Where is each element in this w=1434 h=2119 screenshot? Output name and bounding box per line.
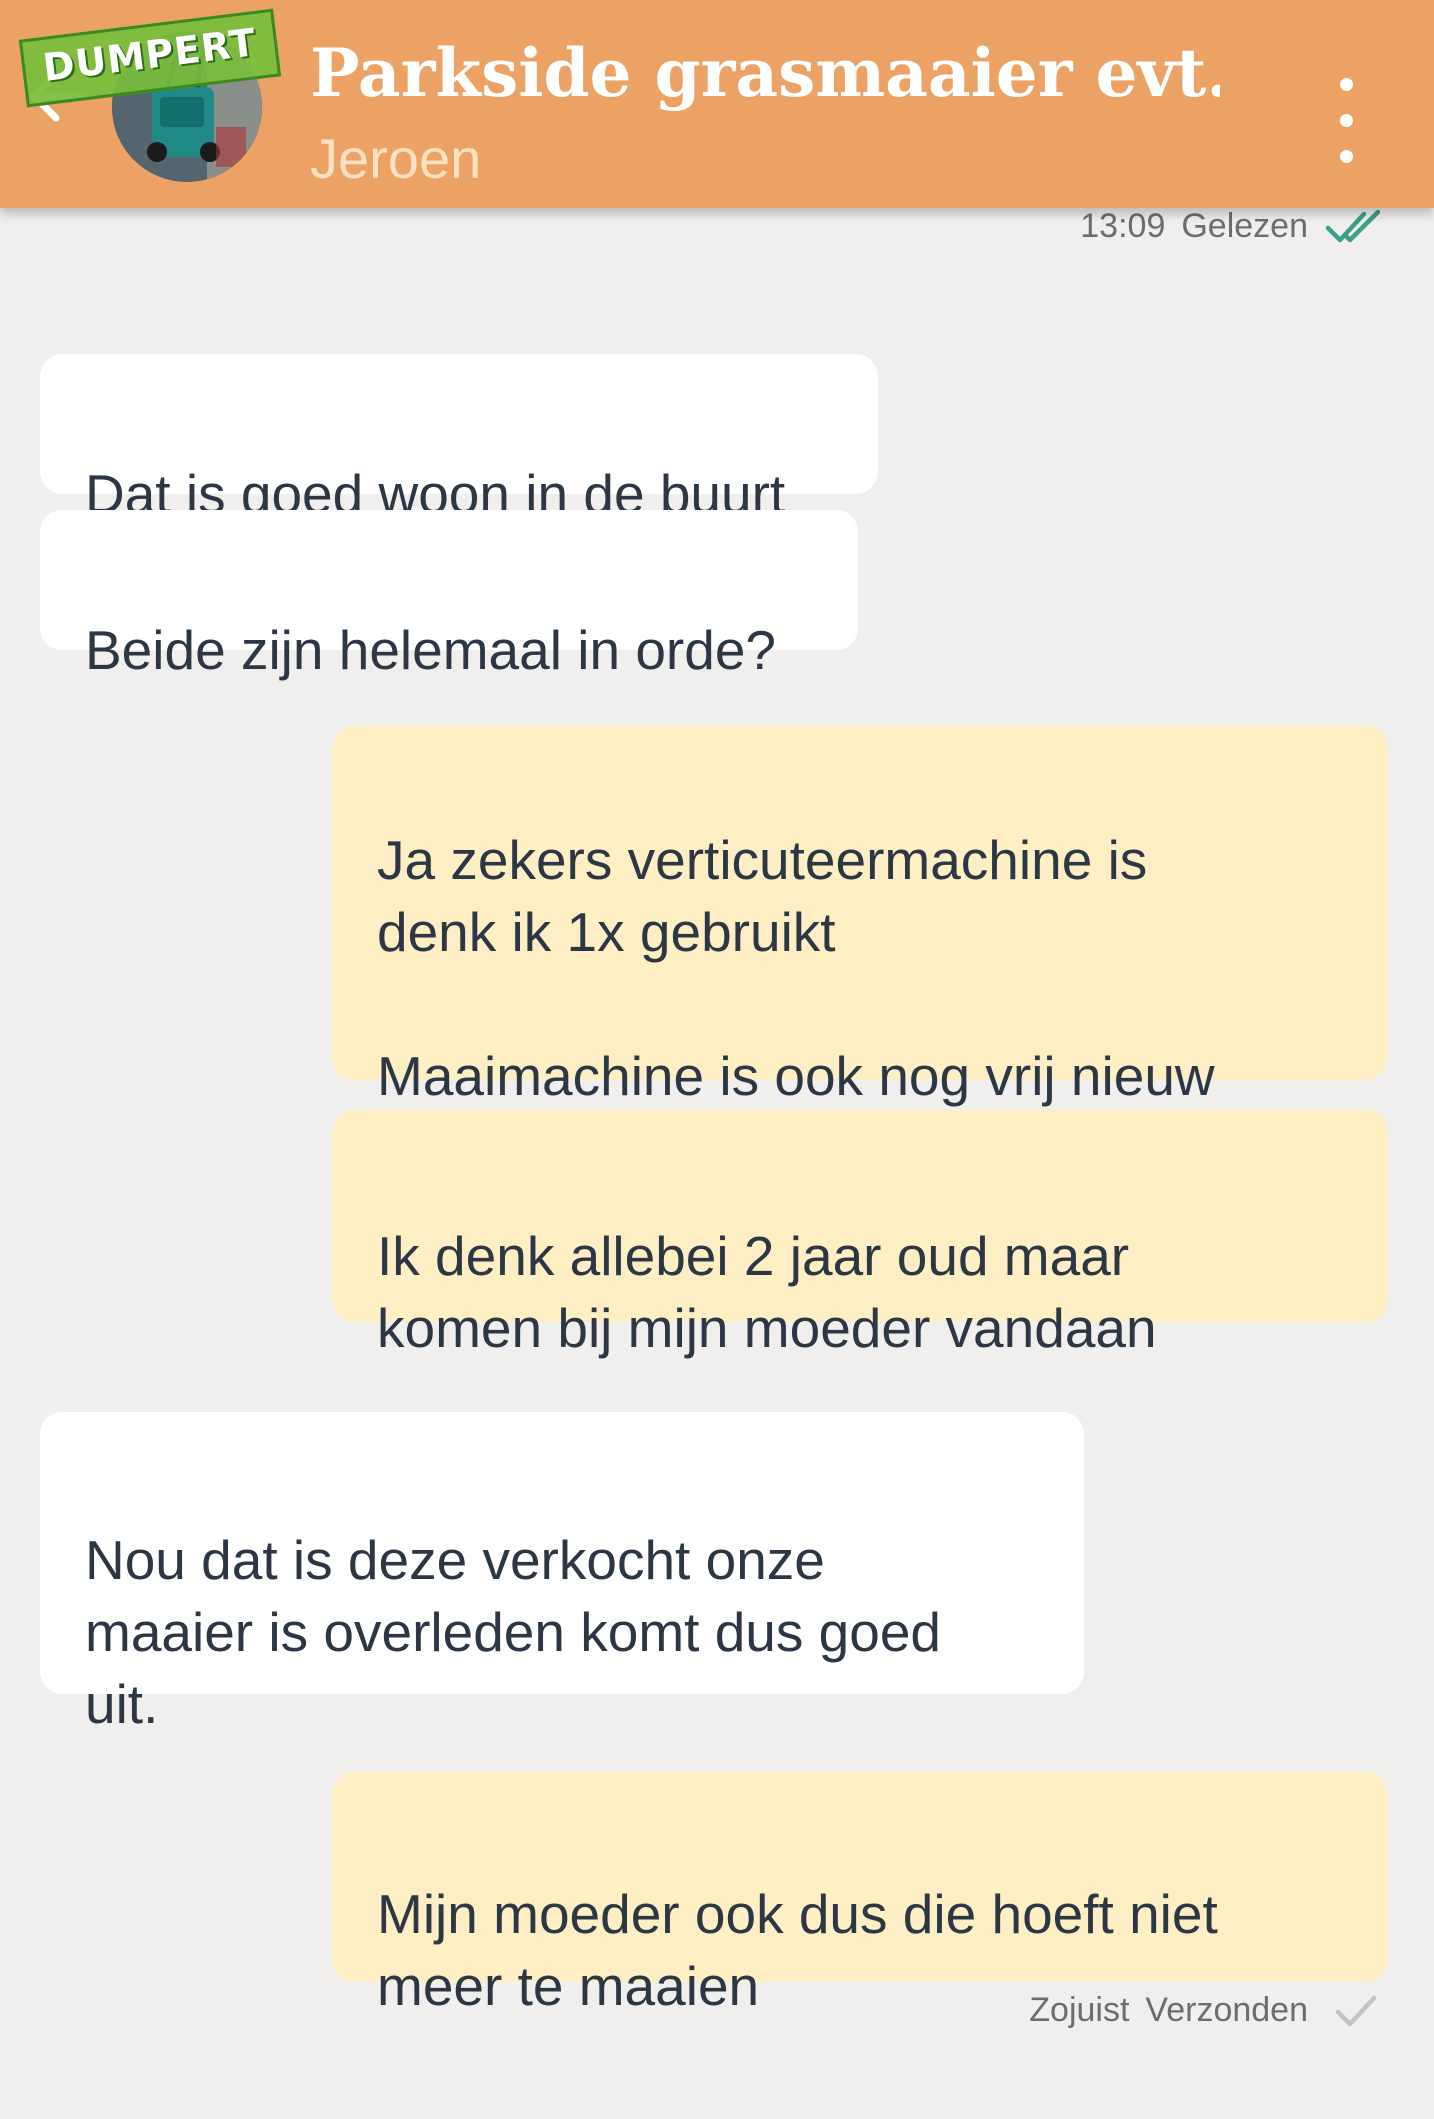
double-check-icon [1325,209,1381,243]
more-vertical-icon[interactable] [1310,70,1380,170]
message-incoming[interactable]: Nou dat is deze verkocht onze maaier is … [40,1412,1084,1735]
status-time: Zojuist [1029,1991,1130,2029]
check-icon [1335,1995,1377,2027]
message-text: Nou dat is deze verkocht onze maaier is … [85,1529,942,1735]
read-status: 13:09 Gelezen [1080,204,1384,248]
contact-name[interactable]: Jeroen [310,124,481,194]
message-text: Ik denk allebei 2 jaar oud maar komen bi… [377,1225,1157,1359]
message-incoming[interactable]: Beide zijn helemaal in orde? [40,510,858,681]
message-incoming[interactable]: Dat is goed woon in de buurt [40,354,878,525]
message-outgoing[interactable]: Ik denk allebei 2 jaar oud maar komen bi… [332,1110,1388,1359]
chat-header: DUMPERT Parkside grasmaaier evt... Jeroe… [0,0,1434,208]
status-label: Verzonden [1145,1991,1308,2029]
message-text: Ja zekers verticuteermachine is denk ik … [377,829,1215,1107]
message-text: Beide zijn helemaal in orde? [85,619,776,681]
status-label: Gelezen [1181,207,1308,245]
message-outgoing[interactable]: Ja zekers verticuteermachine is denk ik … [332,726,1388,1107]
chat-title[interactable]: Parkside grasmaaier evt... [310,28,1220,118]
status-time: 13:09 [1080,207,1166,245]
sent-status: Zojuist Verzonden [1029,1988,1384,2032]
message-outgoing[interactable]: Mijn moeder ook dus die hoeft niet meer … [332,1772,1388,2017]
